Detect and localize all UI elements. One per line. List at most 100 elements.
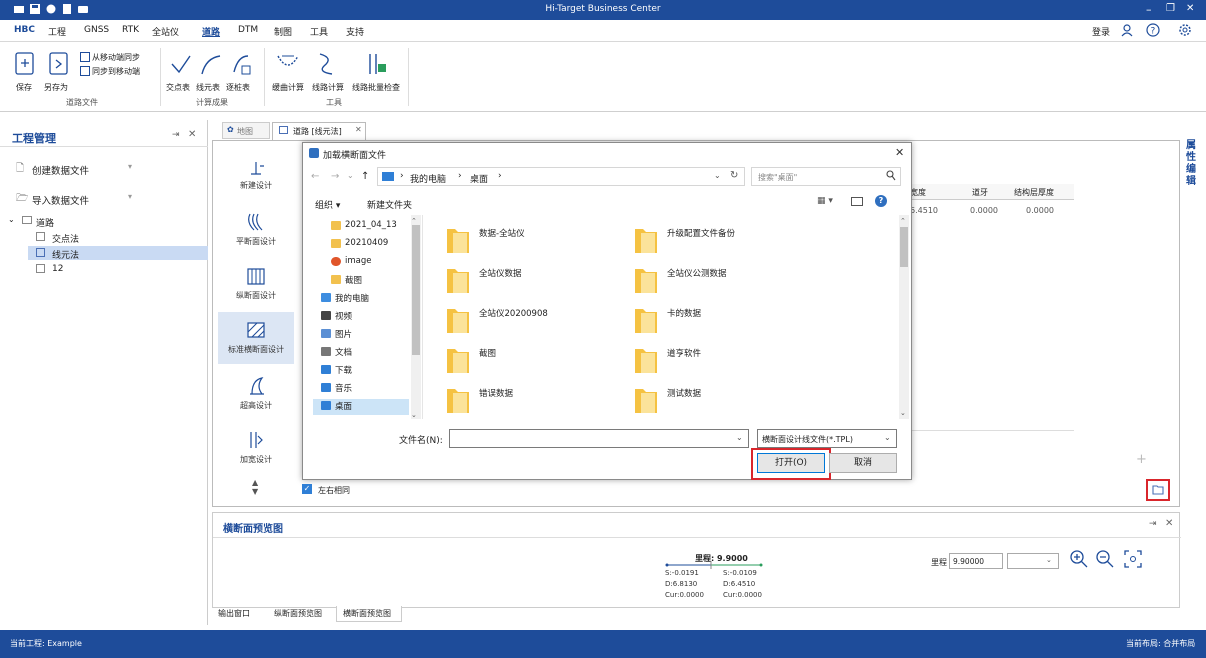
- side-item-cross-section[interactable]: 标准横断面设计: [218, 320, 294, 355]
- save-icon[interactable]: [14, 52, 36, 76]
- refresh-icon[interactable]: ↻: [730, 170, 738, 181]
- folder-item[interactable]: 全站仪20200908: [445, 303, 548, 335]
- minimize-button[interactable]: –: [1146, 3, 1152, 16]
- curve-calc-button[interactable]: 缓曲计算: [272, 82, 304, 93]
- menu-drawing[interactable]: 制图: [274, 25, 292, 38]
- chevron-down-icon[interactable]: ⌄: [1046, 556, 1052, 564]
- sync-from-mobile-button[interactable]: 从移动端同步: [92, 52, 140, 63]
- scroll-up-icon[interactable]: ⌃: [411, 217, 417, 225]
- menu-project[interactable]: 工程: [48, 25, 66, 38]
- scroll-down-icon[interactable]: ⌄: [411, 411, 417, 419]
- up-icon[interactable]: ↑: [361, 171, 369, 182]
- grid-cell[interactable]: 0.0000: [970, 206, 998, 215]
- scroll-icon[interactable]: ▲ ▼: [252, 478, 258, 496]
- preview-pane-icon[interactable]: [851, 197, 863, 206]
- folder-item[interactable]: 卡的数据: [633, 303, 701, 335]
- side-item-profile[interactable]: 纵断面设计: [218, 266, 294, 301]
- fit-view-icon[interactable]: [1123, 549, 1143, 569]
- file-type-select[interactable]: 横断面设计线文件(*.TPL) ⌄: [757, 429, 897, 448]
- route-calc-button[interactable]: 线路计算: [312, 82, 344, 93]
- scroll-up-icon[interactable]: ⌃: [900, 217, 906, 225]
- menu-total-station[interactable]: 全站仪: [152, 25, 179, 38]
- user-icon[interactable]: [1120, 23, 1134, 37]
- save-as-button[interactable]: 另存为: [44, 82, 68, 93]
- chevron-down-icon[interactable]: ▾: [128, 162, 132, 171]
- mileage-input[interactable]: 9.90000: [949, 553, 1003, 569]
- cancel-button[interactable]: 取消: [829, 453, 897, 473]
- element-icon[interactable]: [200, 54, 222, 76]
- menu-gnss[interactable]: GNSS: [84, 25, 109, 35]
- sync-from-icon[interactable]: [80, 52, 90, 62]
- forward-icon[interactable]: →: [331, 171, 339, 182]
- tab-output[interactable]: 输出窗口: [218, 608, 250, 619]
- side-item-widening[interactable]: 加宽设计: [218, 430, 294, 465]
- list-scroll-thumb[interactable]: [900, 227, 908, 267]
- scroll-down-icon[interactable]: ⌄: [900, 409, 906, 417]
- save-button[interactable]: 保存: [16, 82, 32, 93]
- zoom-in-icon[interactable]: [1069, 549, 1089, 569]
- view-icon[interactable]: ▦ ▾: [817, 196, 833, 206]
- mileage-select[interactable]: ⌄: [1007, 553, 1059, 569]
- organize-button[interactable]: 组织 ▾: [315, 198, 340, 211]
- tree-item-intersection[interactable]: 交点法: [52, 232, 79, 245]
- settings-icon[interactable]: [1178, 23, 1192, 37]
- close-icon[interactable]: ✕: [1165, 518, 1173, 529]
- folder-item[interactable]: 道亨软件: [633, 343, 701, 375]
- back-icon[interactable]: ←: [311, 171, 319, 182]
- element-table-button[interactable]: 线元表: [196, 82, 220, 93]
- folder-open-icon[interactable]: [1152, 484, 1164, 495]
- restore-button[interactable]: ❐: [1166, 3, 1175, 14]
- breadcrumb-desktop[interactable]: 桌面: [470, 172, 488, 185]
- folder-item[interactable]: 测试数据: [633, 383, 701, 415]
- intersection-table-button[interactable]: 交点表: [166, 82, 190, 93]
- side-item-plane[interactable]: 平断面设计: [218, 212, 294, 247]
- folder-item[interactable]: 错误数据: [445, 383, 513, 415]
- close-icon[interactable]: ✕: [355, 125, 362, 134]
- tree-item-12[interactable]: 12: [52, 264, 63, 274]
- close-icon[interactable]: ✕: [895, 146, 904, 159]
- import-file-button[interactable]: 导入数据文件: [32, 193, 89, 207]
- menu-hbc[interactable]: HBC: [14, 25, 35, 35]
- zoom-out-icon[interactable]: [1095, 549, 1115, 569]
- open-button[interactable]: 打开(O): [757, 453, 825, 473]
- chevron-down-icon[interactable]: ⌄: [884, 433, 891, 442]
- folder-item[interactable]: 数据-全站仪: [445, 223, 525, 255]
- save-as-icon[interactable]: [48, 52, 70, 76]
- chevron-down-icon[interactable]: ▾: [128, 192, 132, 201]
- side-item-superelevation[interactable]: 超高设计: [218, 376, 294, 411]
- new-folder-button[interactable]: 新建文件夹: [367, 198, 412, 211]
- help-icon[interactable]: ?: [875, 195, 887, 207]
- pile-table-button[interactable]: 逐桩表: [226, 82, 250, 93]
- tab-map[interactable]: ✿ 地图: [222, 122, 270, 139]
- login-link[interactable]: 登录: [1092, 25, 1110, 38]
- batch-check-button[interactable]: 线路批量检查: [352, 82, 400, 93]
- folder-item[interactable]: 全站仪公测数据: [633, 263, 727, 295]
- pin-icon[interactable]: ⇥: [1149, 519, 1157, 529]
- sync-to-icon[interactable]: [80, 66, 90, 76]
- grid-cell[interactable]: 0.0000: [1026, 206, 1054, 215]
- grid-cell[interactable]: 6.4510: [910, 206, 938, 215]
- nav-scroll-thumb[interactable]: [412, 225, 420, 355]
- close-icon[interactable]: ✕: [188, 129, 196, 140]
- side-item-new[interactable]: 新建设计: [218, 158, 294, 191]
- left-right-checkbox[interactable]: ✓: [302, 484, 312, 494]
- tab-cross-preview[interactable]: 横断面预览图: [336, 606, 402, 622]
- close-button[interactable]: ✕: [1186, 3, 1194, 14]
- tree-root[interactable]: 道路: [36, 216, 54, 229]
- add-row-button[interactable]: +: [1136, 452, 1147, 467]
- tree-item-element[interactable]: 线元法: [52, 248, 79, 261]
- pin-icon[interactable]: ⇥: [172, 130, 180, 140]
- sync-to-mobile-button[interactable]: 同步到移动端: [92, 66, 140, 77]
- menu-support[interactable]: 支持: [346, 25, 364, 38]
- tab-profile-preview[interactable]: 纵断面预览图: [274, 608, 322, 619]
- menu-dtm[interactable]: DTM: [238, 25, 258, 35]
- search-icon[interactable]: [886, 170, 896, 181]
- tab-road[interactable]: 道路 [线元法] ✕: [272, 122, 366, 141]
- property-edit-strip[interactable]: 属性编辑: [1186, 140, 1200, 188]
- address-bar[interactable]: › 我的电脑 › 桌面 › ⌄ ↻: [377, 167, 745, 186]
- breadcrumb-my-computer[interactable]: 我的电脑: [410, 172, 446, 185]
- help-icon[interactable]: ?: [1146, 23, 1160, 37]
- create-file-button[interactable]: 创建数据文件: [32, 163, 89, 177]
- chevron-down-icon[interactable]: ⌄: [8, 215, 15, 224]
- intersection-icon[interactable]: [170, 54, 192, 76]
